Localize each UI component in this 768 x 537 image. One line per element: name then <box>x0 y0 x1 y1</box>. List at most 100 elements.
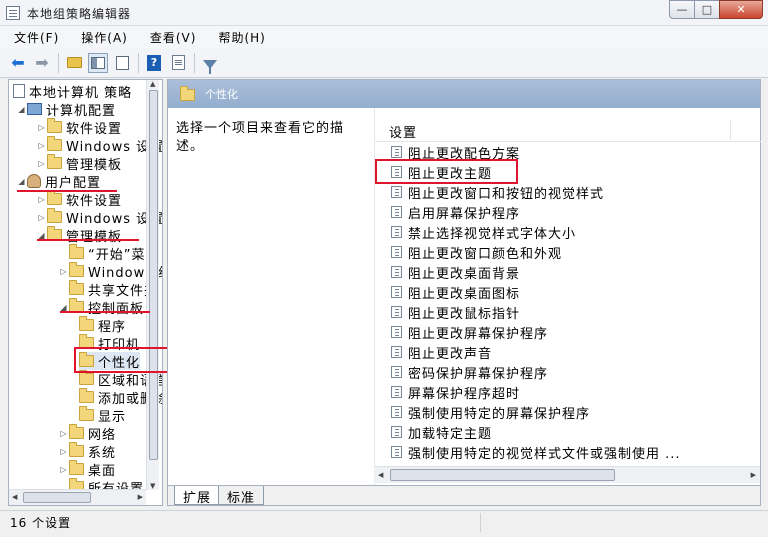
view-tabs: 扩展 标准 <box>168 485 760 506</box>
status-bar: 16 个设置 <box>0 510 768 537</box>
setting-item[interactable]: 强制使用特定的屏幕保护程序 <box>391 403 590 422</box>
expander-collapsed-icon[interactable]: ▷ <box>37 195 47 204</box>
setting-item[interactable]: 阻止更改声音 <box>391 343 492 362</box>
setting-item[interactable]: 启用屏幕保护程序 <box>391 203 520 222</box>
scroll-left-icon[interactable]: ◀ <box>378 471 383 479</box>
settings-horizontal-scroll-thumb[interactable] <box>390 469 615 481</box>
expander-collapsed-icon[interactable]: ▷ <box>37 141 47 150</box>
help-icon[interactable]: ? <box>144 53 164 73</box>
window-controls: — □ ✕ <box>669 0 763 20</box>
minimize-button[interactable]: — <box>669 0 695 19</box>
policy-setting-icon <box>391 306 402 318</box>
expander-collapsed-icon[interactable]: ▷ <box>59 465 69 474</box>
column-header-setting[interactable]: 设置 <box>375 120 761 142</box>
window-title: 本地组策略编辑器 <box>27 7 132 21</box>
expander-collapsed-icon[interactable]: ▷ <box>59 429 69 438</box>
folder-icon <box>79 370 94 385</box>
expander-collapsed-icon[interactable]: ▷ <box>37 123 47 132</box>
tree-item-admin-templates[interactable]: ◢ 管理模板 <box>37 226 122 245</box>
expander-collapsed-icon[interactable]: ▷ <box>37 213 47 222</box>
tree-item-computer-config[interactable]: ◢ 计算机配置 <box>17 100 116 119</box>
console-tree[interactable]: 本地计算机 策略 ◢ 计算机配置 ▷ 软件设置 ▷ Windows 设置 ▷ 管… <box>8 79 163 506</box>
tree-item-software-settings[interactable]: ▷ 软件设置 <box>37 190 122 209</box>
tree-horizontal-scrollbar[interactable]: ◀ ▶ <box>9 489 146 505</box>
folder-up-icon[interactable] <box>64 53 84 73</box>
tree-item-display[interactable]: 显示 <box>79 406 126 425</box>
back-arrow-icon[interactable]: ⬅ <box>8 53 28 73</box>
policy-doc-icon <box>13 84 25 98</box>
folder-icon <box>47 208 62 223</box>
folder-icon <box>69 424 84 439</box>
column-divider[interactable] <box>730 120 731 140</box>
tree-horizontal-scroll-thumb[interactable] <box>23 492 91 503</box>
tree-item-local-computer-policy[interactable]: 本地计算机 策略 <box>13 82 132 101</box>
menu-help[interactable]: 帮助(H) <box>218 29 265 46</box>
setting-item[interactable]: 密码保护屏幕保护程序 <box>391 363 548 382</box>
tree-item-windows-settings[interactable]: ▷ Windows 设置 <box>37 208 162 227</box>
folder-icon <box>69 442 84 457</box>
expander-collapsed-icon[interactable]: ▷ <box>59 447 69 456</box>
folder-icon <box>47 190 62 205</box>
policy-setting-icon <box>391 186 402 198</box>
scroll-right-icon[interactable]: ▶ <box>751 471 756 479</box>
export-list-icon[interactable] <box>112 53 132 73</box>
tab-extended[interactable]: 扩展 <box>174 486 221 506</box>
status-text: 16 个设置 <box>10 516 72 530</box>
close-button[interactable]: ✕ <box>719 0 763 19</box>
setting-item[interactable]: 阻止更改桌面图标 <box>391 283 520 302</box>
tree-item-programs[interactable]: 程序 <box>79 316 126 335</box>
menu-view[interactable]: 查看(V) <box>150 29 197 46</box>
settings-horizontal-scrollbar[interactable]: ◀ ▶ <box>374 466 760 483</box>
setting-item[interactable]: 阻止更改窗口颜色和外观 <box>391 243 562 262</box>
tree-item-control-panel[interactable]: ◢ 控制面板 <box>59 298 144 317</box>
tree-item-system[interactable]: ▷ 系统 <box>59 442 116 461</box>
expander-collapsed-icon[interactable]: ▷ <box>37 159 47 168</box>
folder-icon <box>180 86 195 101</box>
tree-item-software-settings[interactable]: ▷ 软件设置 <box>37 118 122 137</box>
scroll-left-icon[interactable]: ◀ <box>12 493 17 501</box>
expander-collapsed-icon[interactable]: ▷ <box>59 267 69 276</box>
menu-action[interactable]: 操作(A) <box>81 29 128 46</box>
toolbar: ⬅ ➡ ? <box>0 48 768 78</box>
scroll-right-icon[interactable]: ▶ <box>138 493 143 501</box>
tree-item-shared-folders[interactable]: 共享文件夹 <box>59 280 158 299</box>
tree-item-user-config[interactable]: ◢ 用户配置 <box>17 172 101 191</box>
setting-item[interactable]: 屏幕保护程序超时 <box>391 383 520 402</box>
tree-item-windows-settings[interactable]: ▷ Windows 设置 <box>37 136 162 155</box>
forward-arrow-icon[interactable]: ➡ <box>32 53 52 73</box>
setting-item[interactable]: 禁止选择视觉样式字体大小 <box>391 223 576 242</box>
folder-icon <box>47 118 62 133</box>
folder-icon <box>79 316 94 331</box>
scroll-down-icon[interactable]: ▼ <box>150 482 155 490</box>
setting-item[interactable]: 阻止更改鼠标指针 <box>391 303 520 322</box>
menu-bar: 文件(F) 操作(A) 查看(V) 帮助(H) <box>0 26 768 48</box>
tree-vertical-scroll-thumb[interactable] <box>149 90 158 460</box>
tree-item-network[interactable]: ▷ 网络 <box>59 424 116 443</box>
tree-item-start-menu[interactable]: “开始”菜单 <box>59 244 159 263</box>
policy-setting-icon <box>391 226 402 238</box>
setting-item[interactable]: 阻止更改窗口和按钮的视觉样式 <box>391 183 604 202</box>
description-text: 选择一个项目来查看它的描述。 <box>176 121 345 154</box>
setting-item[interactable]: 加载特定主题 <box>391 423 492 442</box>
policy-setting-icon <box>391 446 402 458</box>
toolbar-separator <box>138 52 139 73</box>
folder-icon <box>79 406 94 421</box>
scroll-up-icon[interactable]: ▲ <box>150 80 155 88</box>
tree-vertical-scrollbar[interactable]: ▲ ▼ <box>146 80 159 490</box>
menu-file[interactable]: 文件(F) <box>14 29 59 46</box>
setting-item[interactable]: 强制使用特定的视觉样式文件或强制使用 ... <box>391 443 681 462</box>
setting-item[interactable]: 阻止更改屏幕保护程序 <box>391 323 548 342</box>
red-underline-control-panel <box>60 311 150 313</box>
properties-icon[interactable] <box>168 53 188 73</box>
expander-expanded-icon[interactable]: ◢ <box>17 105 27 114</box>
maximize-button[interactable]: □ <box>694 0 720 19</box>
expander-expanded-icon[interactable]: ◢ <box>17 177 27 186</box>
filter-icon[interactable] <box>200 53 220 74</box>
tab-standard[interactable]: 标准 <box>218 486 265 506</box>
tree-item-admin-templates[interactable]: ▷ 管理模板 <box>37 154 122 173</box>
policy-setting-icon <box>391 286 402 298</box>
policy-setting-icon <box>391 406 402 418</box>
setting-item[interactable]: 阻止更改桌面背景 <box>391 263 520 282</box>
tree-item-desktop[interactable]: ▷ 桌面 <box>59 460 116 479</box>
show-hide-tree-icon[interactable] <box>88 52 108 73</box>
